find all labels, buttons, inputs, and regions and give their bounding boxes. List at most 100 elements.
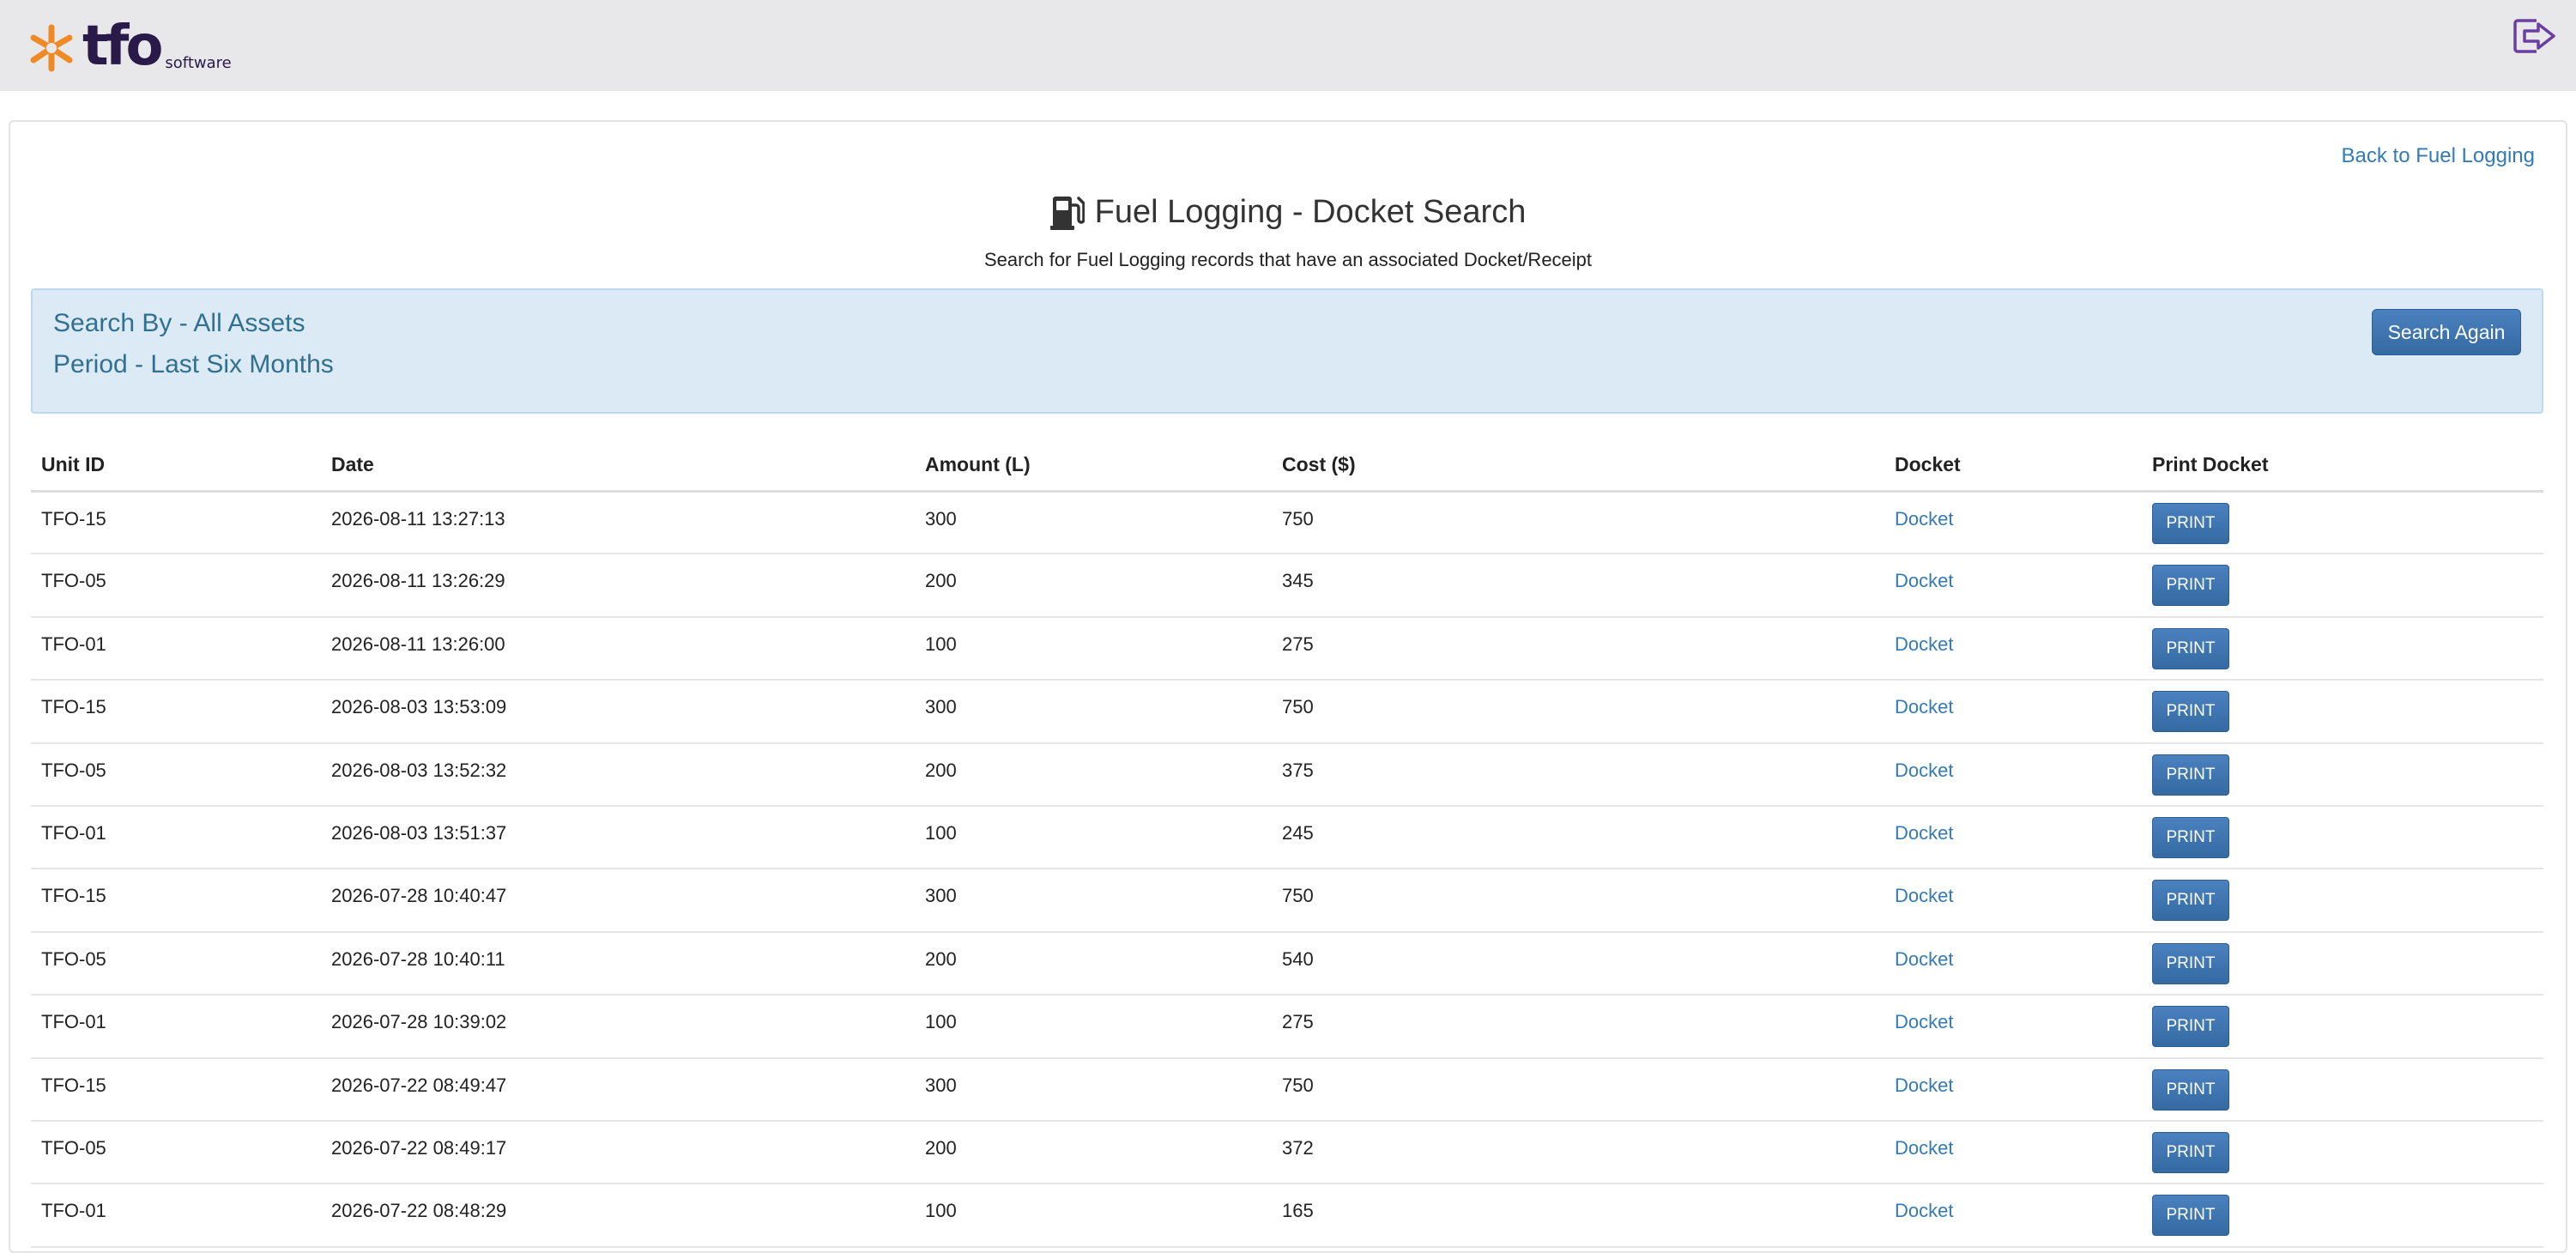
unit-id-cell: TFO-05 bbox=[31, 1120, 321, 1185]
column-header-cost: Cost ($) bbox=[1272, 439, 1884, 493]
date-cell: 2026-08-03 13:53:09 bbox=[321, 680, 915, 744]
page-header: Fuel Logging - Docket Search bbox=[10, 194, 2566, 231]
date-cell: 2026-07-22 08:49:47 bbox=[321, 1057, 915, 1122]
table-row: TFO-01 2026-07-22 08:48:29 100 165 Docket PRI… bbox=[31, 1183, 2543, 1248]
print-cell: PRINT bbox=[2142, 869, 2543, 933]
docket-link[interactable]: Docket bbox=[1895, 696, 1953, 717]
docket-cell: Docket bbox=[1884, 616, 2142, 681]
table-row: TFO-15 2026-07-22 08:49:47 300 750 Docket PRI… bbox=[31, 1057, 2543, 1122]
docket-link[interactable]: Docket bbox=[1895, 1011, 1953, 1032]
amount-cell: 200 bbox=[915, 1120, 1272, 1185]
table-header-row: Unit ID Date Amount (L) Cost ($) Docket … bbox=[31, 439, 2543, 493]
print-cell: PRINT bbox=[2142, 742, 2543, 807]
docket-cell: Docket bbox=[1884, 931, 2142, 996]
docket-link[interactable]: Docket bbox=[1895, 948, 1953, 970]
print-cell: PRINT bbox=[2142, 554, 2543, 618]
amount-cell: 300 bbox=[915, 1057, 1272, 1122]
top-navbar: tfo software bbox=[0, 0, 2576, 91]
cost-cell: 372 bbox=[1272, 1120, 1884, 1185]
print-cell: PRINT bbox=[2142, 931, 2543, 996]
gas-pump-icon bbox=[1049, 196, 1085, 230]
amount-cell: 300 bbox=[915, 869, 1272, 933]
unit-id-cell: TFO-01 bbox=[31, 995, 321, 1059]
table-row: TFO-15 2026-08-11 13:27:13 300 750 Docket PRI… bbox=[31, 491, 2543, 555]
docket-cell: Docket bbox=[1884, 491, 2142, 555]
print-cell: PRINT bbox=[2142, 1057, 2543, 1122]
logo-subtext: software bbox=[165, 54, 232, 72]
docket-link[interactable]: Docket bbox=[1895, 1137, 1953, 1159]
print-docket-button[interactable]: PRINT bbox=[2152, 1131, 2229, 1173]
docket-cell: Docket bbox=[1884, 1057, 2142, 1122]
cost-cell: 275 bbox=[1272, 995, 1884, 1059]
docket-cell: Docket bbox=[1884, 1120, 2142, 1185]
column-header-print-docket: Print Docket bbox=[2142, 439, 2543, 493]
date-cell: 2026-07-28 10:39:02 bbox=[321, 995, 915, 1059]
docket-link[interactable]: Docket bbox=[1895, 570, 1953, 591]
table-row: TFO-05 2026-08-03 13:52:32 200 375 Docket PRI… bbox=[31, 742, 2543, 807]
print-docket-button[interactable]: PRINT bbox=[2152, 565, 2229, 607]
search-again-button[interactable]: Search Again bbox=[2372, 309, 2521, 355]
search-by-label: Search By - All Assets bbox=[53, 309, 305, 337]
docket-cell: Docket bbox=[1884, 805, 2142, 870]
table-row: TFO-05 2026-07-22 08:49:17 200 372 Docket PRI… bbox=[31, 1120, 2543, 1185]
amount-cell: 200 bbox=[915, 554, 1272, 618]
date-cell: 2026-07-22 08:49:17 bbox=[321, 1120, 915, 1185]
docket-results-table: Unit ID Date Amount (L) Cost ($) Docket … bbox=[31, 439, 2543, 1248]
column-header-docket: Docket bbox=[1884, 439, 2142, 493]
unit-id-cell: TFO-05 bbox=[31, 931, 321, 996]
print-docket-button[interactable]: PRINT bbox=[2152, 880, 2229, 922]
amount-cell: 100 bbox=[915, 1183, 1272, 1248]
docket-cell: Docket bbox=[1884, 869, 2142, 933]
cost-cell: 750 bbox=[1272, 1057, 1884, 1122]
cost-cell: 750 bbox=[1272, 491, 1884, 555]
print-cell: PRINT bbox=[2142, 1183, 2543, 1248]
logo-wordmark: tfo bbox=[82, 15, 163, 78]
tfo-logo[interactable]: tfo software bbox=[27, 19, 232, 74]
docket-cell: Docket bbox=[1884, 680, 2142, 744]
docket-link[interactable]: Docket bbox=[1895, 1200, 1953, 1221]
asterisk-logo-icon bbox=[30, 24, 73, 72]
docket-cell: Docket bbox=[1884, 1183, 2142, 1248]
docket-link[interactable]: Docket bbox=[1895, 508, 1953, 530]
cost-cell: 345 bbox=[1272, 554, 1884, 618]
print-cell: PRINT bbox=[2142, 491, 2543, 555]
print-docket-button[interactable]: PRINT bbox=[2152, 691, 2229, 733]
print-docket-button[interactable]: PRINT bbox=[2152, 502, 2229, 544]
column-header-unit-id: Unit ID bbox=[31, 439, 321, 493]
date-cell: 2026-08-11 13:26:00 bbox=[321, 616, 915, 681]
period-label: Period - Last Six Months bbox=[53, 350, 334, 378]
print-docket-button[interactable]: PRINT bbox=[2152, 754, 2229, 796]
docket-link[interactable]: Docket bbox=[1895, 822, 1953, 844]
cost-cell: 375 bbox=[1272, 742, 1884, 807]
print-docket-button[interactable]: PRINT bbox=[2152, 816, 2229, 858]
table-row: TFO-05 2026-07-28 10:40:11 200 540 Docket PRI… bbox=[31, 931, 2543, 996]
date-cell: 2026-08-11 13:27:13 bbox=[321, 491, 915, 555]
column-header-date: Date bbox=[321, 439, 915, 493]
date-cell: 2026-07-28 10:40:11 bbox=[321, 931, 915, 996]
cost-cell: 245 bbox=[1272, 805, 1884, 870]
print-cell: PRINT bbox=[2142, 616, 2543, 681]
docket-cell: Docket bbox=[1884, 742, 2142, 807]
table-row: TFO-01 2026-08-03 13:51:37 100 245 Docket PRI… bbox=[31, 805, 2543, 870]
back-to-fuel-logging-link[interactable]: Back to Fuel Logging bbox=[2342, 144, 2535, 168]
unit-id-cell: TFO-05 bbox=[31, 742, 321, 807]
docket-link[interactable]: Docket bbox=[1895, 1074, 1953, 1096]
date-cell: 2026-07-22 08:48:29 bbox=[321, 1183, 915, 1248]
unit-id-cell: TFO-15 bbox=[31, 491, 321, 555]
print-docket-button[interactable]: PRINT bbox=[2152, 1006, 2229, 1048]
docket-link[interactable]: Docket bbox=[1895, 885, 1953, 906]
print-docket-button[interactable]: PRINT bbox=[2152, 627, 2229, 669]
date-cell: 2026-08-03 13:52:32 bbox=[321, 742, 915, 807]
docket-link[interactable]: Docket bbox=[1895, 633, 1953, 655]
print-docket-button[interactable]: PRINT bbox=[2152, 942, 2229, 984]
page-subtitle: Search for Fuel Logging records that hav… bbox=[983, 249, 1593, 270]
docket-link[interactable]: Docket bbox=[1895, 760, 1953, 781]
print-docket-button[interactable]: PRINT bbox=[2152, 1195, 2229, 1237]
amount-cell: 100 bbox=[915, 616, 1272, 681]
table-row: TFO-15 2026-08-03 13:53:09 300 750 Docket PRI… bbox=[31, 680, 2543, 744]
print-docket-button[interactable]: PRINT bbox=[2152, 1068, 2229, 1111]
cost-cell: 275 bbox=[1272, 616, 1884, 681]
logout-icon[interactable] bbox=[2513, 17, 2557, 55]
amount-cell: 200 bbox=[915, 742, 1272, 807]
cost-cell: 750 bbox=[1272, 680, 1884, 744]
